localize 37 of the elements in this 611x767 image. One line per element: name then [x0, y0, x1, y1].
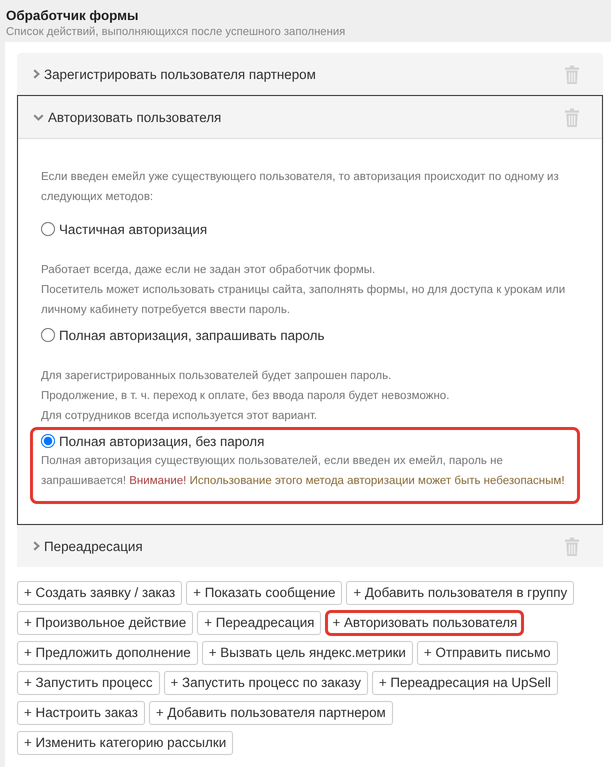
add-action-button[interactable]: + Отправить письмо — [416, 641, 558, 665]
form-subtitle: Список действий, выполняющихся после успешного заполнения — [6, 25, 346, 40]
chevron-down-icon — [33, 114, 44, 120]
add-action-button[interactable]: + Настроить заказ — [17, 701, 145, 725]
intro-text: Если введен емейл уже существующего пользователя, то авторизация происходит по одному из следующих методов: — [41, 170, 560, 205]
option-description: Для зарегистрированных пользователей будет запрошен пароль. — [41, 369, 392, 384]
add-action-button[interactable]: + Вызвать цель яндекс.метрики — [202, 641, 413, 665]
add-action-button[interactable]: + Показать сообщение — [186, 581, 342, 605]
accordion-header[interactable]: Авторизовать пользователя — [18, 96, 602, 139]
accordion-header[interactable]: Зарегистрировать пользователя партнером — [17, 53, 603, 95]
add-action-button[interactable]: + Переадресация — [197, 611, 322, 635]
action-title[interactable]: Зарегистрировать пользователя партнером — [44, 66, 316, 82]
radio-label[interactable]: Частичная авторизация — [59, 222, 208, 236]
add-action-button[interactable]: + Авторизовать пользователя — [325, 610, 524, 636]
form-title: Обработчик формы — [6, 7, 140, 25]
add-action-button[interactable]: + Добавить пользователя в группу — [346, 581, 574, 605]
action-title[interactable]: Переадресация — [44, 538, 143, 554]
option-description: Полная авторизация существующих пользователей, если введен их емейл, пароль не запрашивается! Внимание! Использование этого метода авторизации может быть небезопасным! — [41, 454, 566, 489]
radio-label[interactable]: Полная авторизация, запрашивать пароль — [59, 328, 324, 342]
radio-button[interactable] — [41, 222, 55, 236]
add-action-button[interactable]: + Предложить дополнение — [17, 641, 198, 665]
accordion-header[interactable]: Переадресация — [17, 525, 603, 567]
add-action-button[interactable]: + Изменить категорию рассылки — [17, 731, 234, 755]
option-description: Работает всегда, даже если не задан этот обработчик формы. — [41, 263, 376, 278]
radio-button[interactable] — [41, 434, 55, 448]
add-action-button[interactable]: + Добавить пользователя партнером — [148, 701, 393, 725]
radio-button[interactable] — [41, 328, 55, 342]
option-description: Посетитель может использовать страницы сайта, заполнять формы, но для доступа к урокам или личному кабинету потребуется ввести пароль. — [41, 283, 566, 318]
add-action-button[interactable]: + Создать заявку / заказ — [17, 581, 182, 605]
add-action-button[interactable]: + Запустить процесс — [17, 671, 160, 695]
add-action-button[interactable]: + Переадресация на UpSell — [372, 671, 558, 695]
radio-label[interactable]: Полная авторизация, без пароля — [59, 434, 264, 448]
action-title[interactable]: Авторизовать пользователя — [48, 110, 222, 124]
add-action-button[interactable]: + Произвольное действие — [17, 611, 194, 635]
option-description: Продолжение, в т. ч. переход к оплате, без ввода пароля будет невозможно. — [41, 389, 450, 404]
add-action-button[interactable]: + Запустить процесс по заказу — [164, 671, 368, 695]
option-description: Для сотрудников всегда используется этот вариант. — [41, 409, 318, 424]
